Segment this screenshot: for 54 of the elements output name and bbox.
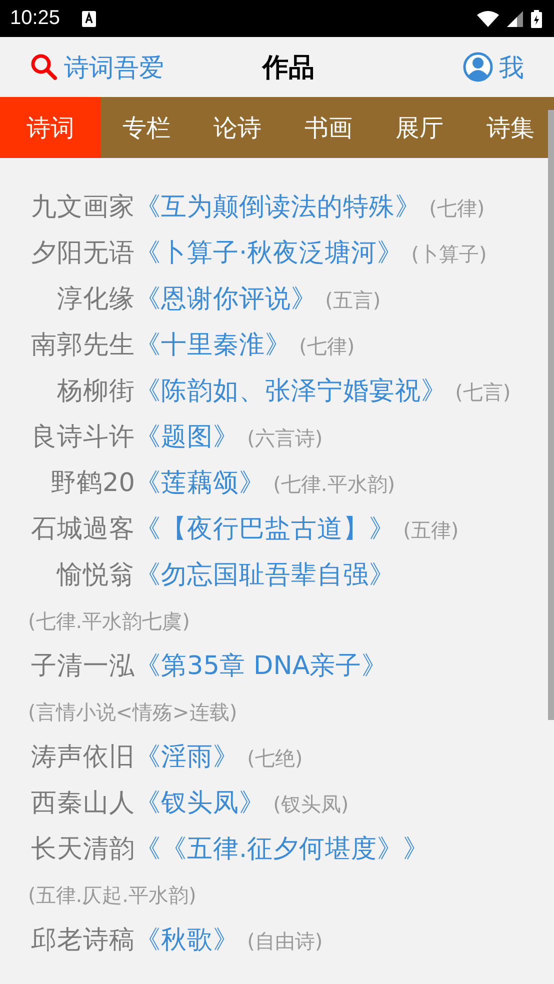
author-name: 九文画家 xyxy=(30,191,135,224)
author-name: 南郭先生 xyxy=(30,329,135,362)
work-title-link[interactable]: 《淫雨》 xyxy=(135,742,239,772)
work-title-link[interactable]: 《互为颠倒读法的特殊》 xyxy=(135,192,421,222)
author-name: 野鹤20 xyxy=(50,467,135,500)
author-name: 邱老诗稿 xyxy=(30,924,135,957)
page-title: 作品 xyxy=(260,52,316,84)
search-button[interactable]: 诗词吾爱 xyxy=(30,50,164,84)
author-name: 子清一泓 xyxy=(30,650,135,683)
work-title-link[interactable]: 《第35章 DNA亲子》 xyxy=(135,651,388,681)
work-title-link[interactable]: 《题图》 xyxy=(135,422,239,452)
genre-label: (自由诗) xyxy=(247,929,323,953)
clock: 10:25 xyxy=(10,7,60,30)
tab[interactable]: 诗词 xyxy=(0,97,101,158)
battery-icon xyxy=(531,10,542,28)
genre-label: (七律.平水韵) xyxy=(273,472,396,496)
work-title-link[interactable]: 《《五律.征夕何堪度》》 xyxy=(135,834,430,864)
author-name: 西秦山人 xyxy=(30,787,135,820)
profile-button[interactable]: 我 xyxy=(463,50,524,84)
genre-label: (七绝) xyxy=(247,746,303,770)
genre-label: (卜算子) xyxy=(411,242,487,266)
genre-label: (言情小说<情殇>连载) xyxy=(28,700,238,724)
user-icon xyxy=(463,52,493,82)
genre-label: (钗头凤) xyxy=(273,792,349,816)
wifi-icon xyxy=(477,10,499,26)
search-icon xyxy=(30,53,58,81)
genre-label: (七言) xyxy=(455,380,511,404)
notification-icon xyxy=(82,10,96,26)
genre-label: (七律) xyxy=(429,196,485,220)
work-title-link[interactable]: 《卜算子·秋夜泛塘河》 xyxy=(135,238,404,268)
genre-label: (七律.平水韵七虞) xyxy=(28,609,190,633)
genre-label: (六言诗) xyxy=(247,426,323,450)
work-title-link[interactable]: 《【夜行巴盐古道】》 xyxy=(135,514,395,544)
author-name: 杨柳街 xyxy=(56,375,135,408)
author-name: 石城過客 xyxy=(30,513,135,546)
author-name: 涛声依旧 xyxy=(30,741,135,774)
work-title-link[interactable]: 《恩谢你评说》 xyxy=(135,284,317,314)
author-name: 良诗斗许 xyxy=(30,421,135,454)
genre-label: (七律) xyxy=(299,334,355,358)
work-title-link[interactable]: 《秋歌》 xyxy=(135,925,239,955)
author-name: 淳化缘 xyxy=(56,283,135,316)
work-title-link[interactable]: 《钗头凤》 xyxy=(135,788,265,818)
author-name: 夕阳无语 xyxy=(30,237,135,270)
work-title-link[interactable]: 《陈韵如、张泽宁婚宴祝》 xyxy=(135,376,447,406)
work-title-link[interactable]: 《十里秦淮》 xyxy=(135,330,291,360)
author-name: 愉悦翁 xyxy=(55,559,135,592)
genre-label: (五言) xyxy=(325,288,381,312)
signal-icon xyxy=(507,10,523,26)
author-name: 长天清韵 xyxy=(30,833,135,866)
work-title-link[interactable]: 《勿忘国耻吾辈自强》 xyxy=(135,560,395,590)
work-title-link[interactable]: 《莲藕颂》 xyxy=(135,468,265,498)
scrollbar[interactable] xyxy=(548,110,554,720)
genre-label: (五律.仄起.平水韵) xyxy=(28,883,196,907)
genre-label: (五律) xyxy=(403,518,459,542)
